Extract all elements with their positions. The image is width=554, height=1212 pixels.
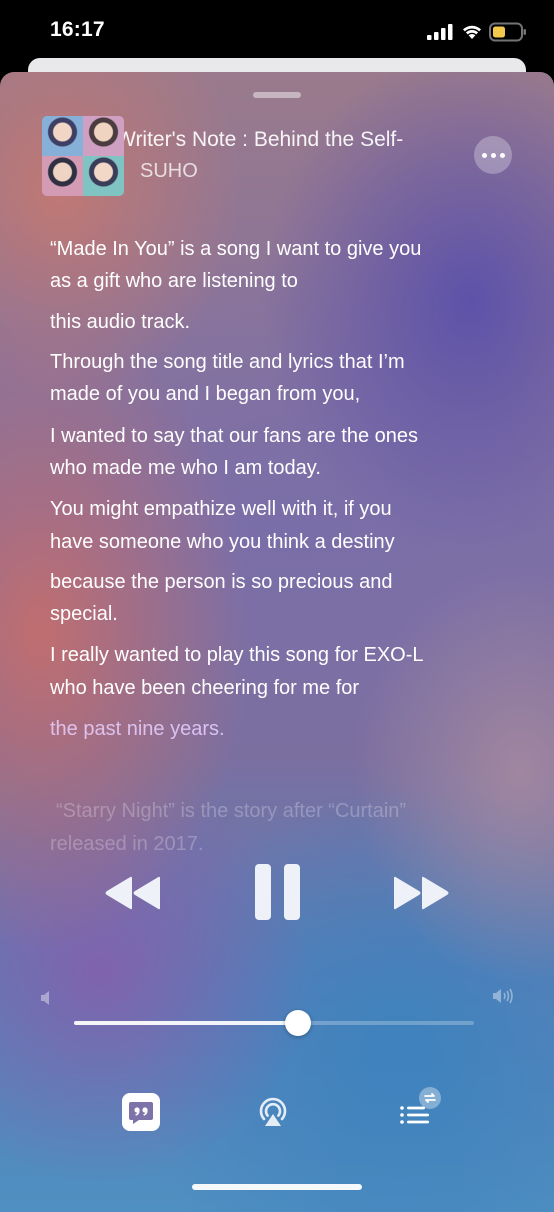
lyric-line[interactable]: made of you and I began from you, [50,377,360,411]
cellular-signal-icon [427,24,453,40]
lyric-line[interactable]: as a gift who are listening to [50,264,298,298]
lyrics-button[interactable] [122,1093,160,1131]
track-artist[interactable]: SUHO [140,160,198,183]
lyric-line[interactable]: “Made In You” is a song I want to give y… [50,232,421,266]
status-bar: 16:17 [0,0,554,62]
ellipsis-icon [481,152,487,158]
lyric-line[interactable]: this audio track. [50,305,190,339]
rewind-icon[interactable] [104,876,162,910]
lyric-line-current[interactable]: the past nine years. [50,712,225,746]
pause-icon[interactable] [255,864,301,920]
volume-low-icon [41,991,49,1005]
track-title-container: Writer's Note : Behind the Self- [124,128,442,158]
queue-list-icon[interactable] [396,1086,446,1130]
lyric-line[interactable]: You might empathize well with it, if you [50,492,392,526]
lyrics-quote-icon [129,1102,153,1124]
airplay-icon[interactable] [255,1093,291,1129]
fast-forward-icon[interactable] [392,876,450,910]
lyric-line[interactable]: who have been cheering for me for [50,671,359,705]
wifi-icon [463,25,481,39]
volume-slider-thumb[interactable] [285,1010,311,1036]
sheet-grabber[interactable] [253,92,301,98]
status-time: 16:17 [50,18,105,41]
lyric-line[interactable]: because the person is so precious and [50,565,392,599]
volume-fill [74,1021,298,1025]
more-options-button[interactable] [474,136,512,174]
volume-high-icon [493,988,513,1004]
home-indicator[interactable] [192,1184,362,1190]
battery-icon [489,22,526,42]
album-artwork [42,116,124,196]
track-title: Writer's Note : Behind the Self- [124,128,404,151]
volume-slider[interactable] [74,1021,474,1025]
lyric-line[interactable]: Through the song title and lyrics that I… [50,345,405,379]
lyric-line[interactable]: who made me who I am today. [50,451,321,485]
lyric-line[interactable]: have someone who you think a destiny [50,525,395,559]
lyric-line-upcoming[interactable]: “Starry Night” is the story after “Curta… [56,794,406,828]
now-playing-sheet: Writer's Note : Behind the Self- SUHO “M… [0,72,554,1212]
lyric-line[interactable]: I wanted to say that our fans are the on… [50,419,418,453]
lyric-line-upcoming[interactable]: released in 2017. [50,827,203,861]
lyric-line[interactable]: special. [50,597,118,631]
lyric-line[interactable]: I really wanted to play this song for EX… [50,638,424,672]
